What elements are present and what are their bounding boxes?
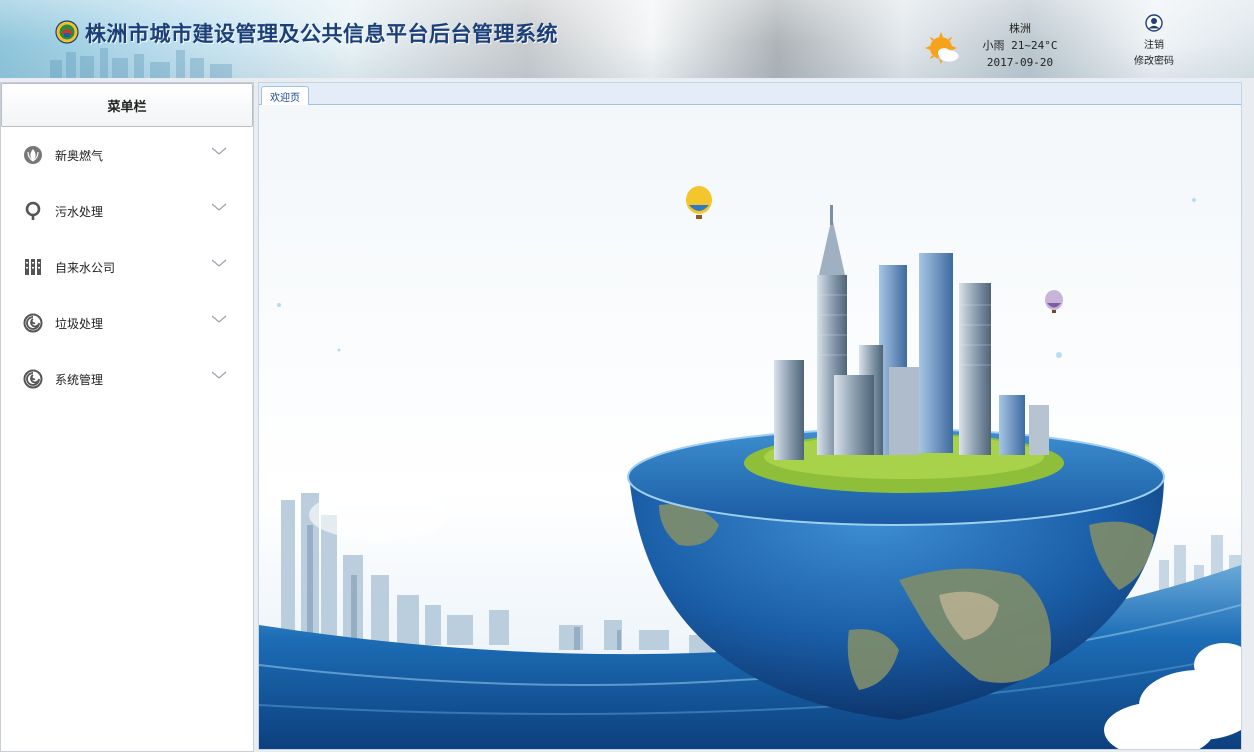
tab-bar: 欢迎页 [259,83,1241,106]
window-right-edge [1243,82,1254,752]
weather-city: 株洲 [1009,22,1031,35]
change-password-link[interactable]: 修改密码 [1128,54,1180,70]
map-pin-icon [25,201,41,220]
sidebar-menu: 新奥燃气 污水处理 自来水公司 垃圾处理 系统管理 [1,127,253,407]
water-building-icon [25,259,41,275]
sidebar-item-label: 新奥燃气 [55,148,104,163]
logout-link[interactable]: 注销 [1128,38,1180,54]
user-panel: 注销 修改密码 [1128,14,1180,70]
sidebar-item-sewage[interactable]: 污水处理 [1,183,253,239]
sidebar: 菜单栏 新奥燃气 污水处理 自来水公司 垃圾处理 系统管理 [0,82,254,752]
main-content: 欢迎页 [258,82,1242,750]
chevron-down-icon[interactable] [211,258,227,268]
sidebar-item-label: 自来水公司 [55,260,116,275]
weather-info: 株洲 小雨 21~24°C 2017-09-20 [972,20,1068,71]
sidebar-item-label: 垃圾处理 [55,316,104,331]
weather-date: 2017-09-20 [986,56,1054,69]
gas-flame-icon [24,146,42,164]
floating-city-illustration [259,105,1241,749]
app-header: 株洲市城市建设管理及公共信息平台后台管理系统 株洲 小雨 21~24°C 201… [0,0,1254,78]
sun-cloud-icon [925,32,960,64]
chevron-down-icon[interactable] [211,202,227,212]
sidebar-item-garbage[interactable]: 垃圾处理 [1,295,253,351]
sidebar-item-label: 污水处理 [55,204,104,219]
sidebar-title: 菜单栏 [1,83,253,127]
site-title: 株洲市城市建设管理及公共信息平台后台管理系统 [85,21,558,46]
tab-welcome[interactable]: 欢迎页 [261,86,309,106]
user-icon[interactable] [1145,14,1163,32]
chevron-down-icon[interactable] [211,370,227,380]
sidebar-item-gas[interactable]: 新奥燃气 [1,127,253,183]
chevron-down-icon[interactable] [211,314,227,324]
sidebar-item-label: 系统管理 [55,372,104,387]
sidebar-item-water-company[interactable]: 自来水公司 [1,239,253,295]
chevron-down-icon[interactable] [211,146,227,156]
weather-condition: 小雨 21~24°C [982,39,1058,52]
swirl-icon [23,369,43,389]
city-emblem-icon [55,20,79,44]
welcome-banner-image [259,105,1241,749]
sidebar-item-system-management[interactable]: 系统管理 [1,351,253,407]
swirl-icon [23,313,43,333]
